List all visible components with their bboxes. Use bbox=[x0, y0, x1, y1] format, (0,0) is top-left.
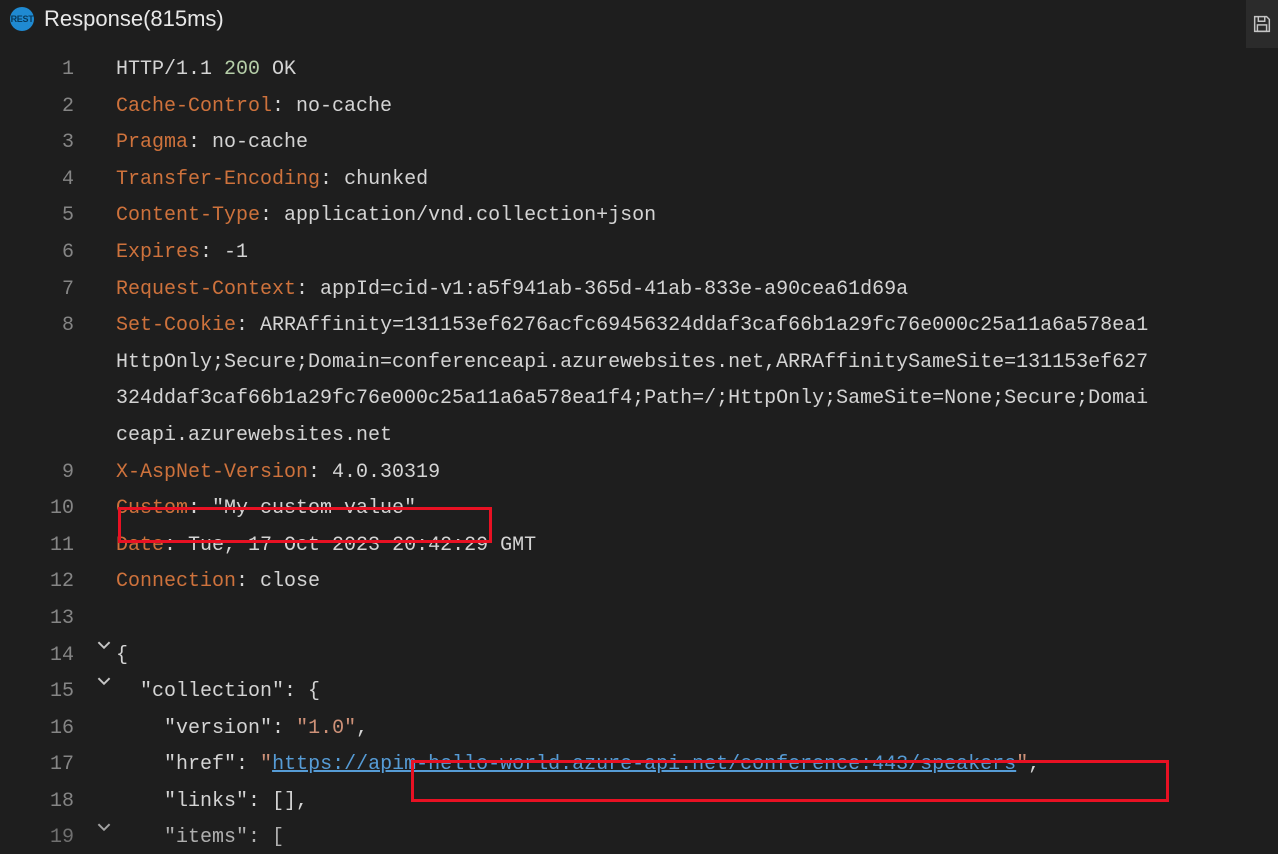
line-number: 7 bbox=[0, 272, 92, 309]
code-line: 18 "links": [], bbox=[0, 784, 1278, 821]
fold-toggle[interactable] bbox=[92, 638, 116, 652]
chevron-down-icon bbox=[97, 674, 111, 688]
code-line: 7 Request-Context: appId=cid-v1:a5f941ab… bbox=[0, 272, 1278, 309]
code-line: 12 Connection: close bbox=[0, 564, 1278, 601]
code-line-wrap: HttpOnly;Secure;Domain=conferenceapi.azu… bbox=[0, 345, 1278, 382]
line-number: 1 bbox=[0, 52, 92, 89]
response-title: Response(815ms) bbox=[44, 6, 224, 32]
code-line: 15 "collection": { bbox=[0, 674, 1278, 711]
code-line: 5 Content-Type: application/vnd.collecti… bbox=[0, 198, 1278, 235]
code-line: 11 Date: Tue, 17 Oct 2023 20:42:29 GMT bbox=[0, 528, 1278, 565]
line-number: 18 bbox=[0, 784, 92, 821]
line-number: 3 bbox=[0, 125, 92, 162]
code-line: 14 { bbox=[0, 638, 1278, 675]
rest-client-badge-icon: REST bbox=[10, 7, 34, 31]
code-line: 17 "href": "https://apim-hello-world.azu… bbox=[0, 747, 1278, 784]
code-line: 8 Set-Cookie: ARRAffinity=131153ef6276ac… bbox=[0, 308, 1278, 345]
line-number: 14 bbox=[0, 638, 92, 675]
line-number: 4 bbox=[0, 162, 92, 199]
line-number: 5 bbox=[0, 198, 92, 235]
save-icon bbox=[1251, 13, 1273, 35]
line-number: 11 bbox=[0, 528, 92, 565]
code-line: 2 Cache-Control: no-cache bbox=[0, 89, 1278, 126]
line-number: 13 bbox=[0, 601, 92, 638]
response-href-link[interactable]: https://apim-hello-world.azure-api.net/c… bbox=[272, 753, 1016, 776]
fold-toggle[interactable] bbox=[92, 674, 116, 688]
save-response-button[interactable] bbox=[1246, 0, 1278, 48]
line-number: 10 bbox=[0, 491, 92, 528]
line-number: 15 bbox=[0, 674, 92, 711]
line-number: 8 bbox=[0, 308, 92, 345]
code-line: 6 Expires: -1 bbox=[0, 235, 1278, 272]
chevron-down-icon bbox=[97, 638, 111, 652]
line-number: 19 bbox=[0, 820, 92, 854]
line-number: 6 bbox=[0, 235, 92, 272]
code-line: 1 HTTP/1.1 200 OK bbox=[0, 52, 1278, 89]
line-number: 16 bbox=[0, 711, 92, 748]
code-line: 16 "version": "1.0", bbox=[0, 711, 1278, 748]
response-panel-header: REST Response(815ms) bbox=[0, 0, 1278, 42]
chevron-down-icon bbox=[97, 820, 111, 834]
line-number: 12 bbox=[0, 564, 92, 601]
line-number: 17 bbox=[0, 747, 92, 784]
code-line-wrap: ceapi.azurewebsites.net bbox=[0, 418, 1278, 455]
line-number: 9 bbox=[0, 455, 92, 492]
fold-toggle[interactable] bbox=[92, 820, 116, 834]
code-line: 19 "items": [ bbox=[0, 820, 1278, 854]
line-number: 2 bbox=[0, 89, 92, 126]
code-line: 3 Pragma: no-cache bbox=[0, 125, 1278, 162]
response-editor[interactable]: 1 HTTP/1.1 200 OK 2 Cache-Control: no-ca… bbox=[0, 42, 1278, 854]
code-line: 10 Custom: "My custom value" bbox=[0, 491, 1278, 528]
code-line-wrap: 324ddaf3caf66b1a29fc76e000c25a11a6a578ea… bbox=[0, 381, 1278, 418]
code-line: 4 Transfer-Encoding: chunked bbox=[0, 162, 1278, 199]
code-line: 9 X-AspNet-Version: 4.0.30319 bbox=[0, 455, 1278, 492]
code-line: 13 bbox=[0, 601, 1278, 638]
